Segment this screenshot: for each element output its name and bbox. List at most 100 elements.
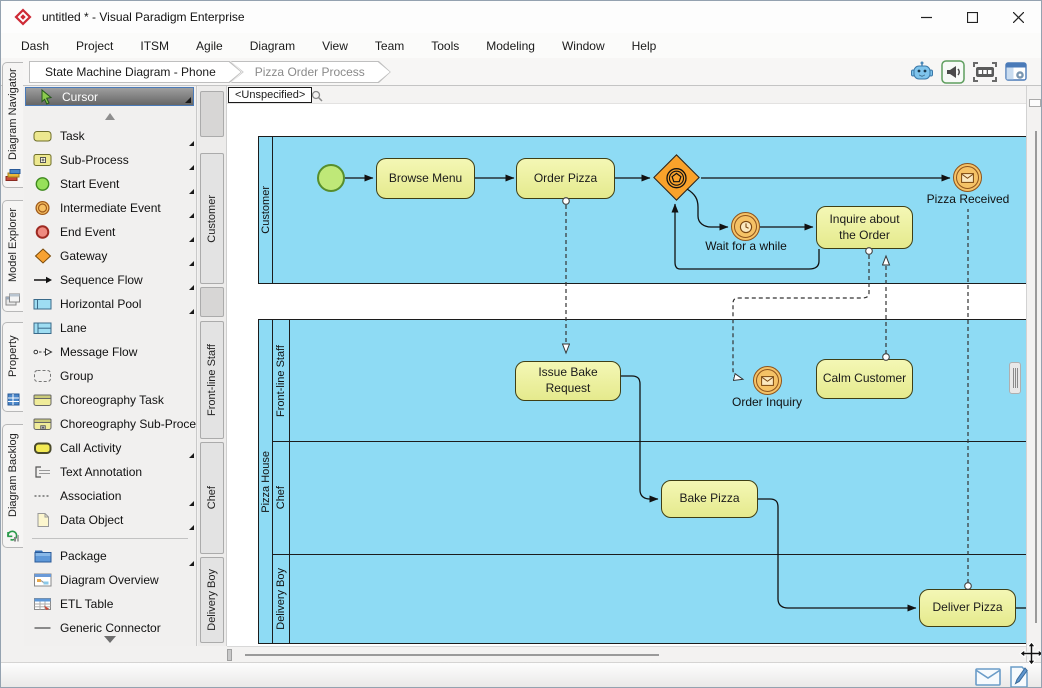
palette-item-message-flow[interactable]: Message Flow (24, 340, 196, 364)
menu-project[interactable]: Project (76, 39, 113, 53)
palette-item-horizontal-pool[interactable]: Horizontal Pool (24, 292, 196, 316)
palette-item-end-event[interactable]: End Event (24, 220, 196, 244)
palette-item-start-event[interactable]: Start Event (24, 172, 196, 196)
horizontal-scrollbar-thumb[interactable] (245, 654, 659, 656)
lane-delivery-boy[interactable]: Delivery Boy (273, 555, 1026, 643)
close-button[interactable] (995, 1, 1041, 33)
pool-pizza-house-header[interactable]: Pizza House (259, 320, 273, 643)
sidebar-tab-diagram-backlog[interactable]: Diagram Backlog (2, 424, 23, 548)
panel-collapse-grip[interactable] (1009, 362, 1021, 394)
task-calm-customer[interactable]: Calm Customer (816, 359, 913, 399)
message-intermediate-event-pizza-received[interactable] (953, 163, 982, 192)
horizontal-pool-icon (32, 296, 54, 312)
expand-corner-icon[interactable] (189, 525, 194, 530)
horizontal-scrollbar[interactable] (227, 646, 1026, 662)
magnifier-icon[interactable] (311, 90, 323, 105)
menu-team[interactable]: Team (375, 39, 404, 53)
panel-layout-icon[interactable] (1005, 62, 1027, 82)
start-event[interactable] (317, 164, 345, 192)
expand-corner-icon[interactable] (189, 165, 194, 170)
palette-item-text-annotation[interactable]: Text Annotation (24, 460, 196, 484)
lane-tab-strip: Customer Front-line Staff Chef Delivery Boy (198, 86, 227, 646)
lane-label: Chef (275, 486, 287, 509)
message-intermediate-event-order-inquiry[interactable] (753, 366, 782, 395)
lane-chef[interactable]: Chef (273, 442, 1026, 555)
palette-item-intermediate-event[interactable]: Intermediate Event (24, 196, 196, 220)
palette-item-sequence-flow[interactable]: Sequence Flow (24, 268, 196, 292)
palette-item-gateway[interactable]: Gateway (24, 244, 196, 268)
minimize-button[interactable] (903, 1, 949, 33)
robot-assistant-icon[interactable] (910, 61, 934, 83)
expand-corner-icon[interactable] (189, 561, 194, 566)
task-bake-pizza[interactable]: Bake Pizza (661, 480, 758, 518)
task-order-pizza[interactable]: Order Pizza (516, 158, 615, 199)
lane-strip-tab-chef[interactable]: Chef (200, 442, 224, 554)
vertical-scrollbar[interactable] (1026, 86, 1042, 662)
palette-item-diagram-overview[interactable]: Diagram Overview (24, 568, 196, 592)
compose-note-icon[interactable] (1009, 666, 1029, 688)
expand-corner-icon[interactable] (189, 501, 194, 506)
announcement-icon[interactable] (941, 60, 965, 84)
diagram-tab-state-machine-diagram-phone[interactable]: State Machine Diagram - Phone (29, 61, 242, 83)
sidebar-tab-diagram-navigator[interactable]: Diagram Navigator (2, 62, 23, 188)
task-inquire-about-the-order[interactable]: Inquire about the Order (816, 206, 913, 249)
vertical-scrollbar-thumb[interactable] (1035, 131, 1037, 623)
menu-dash[interactable]: Dash (21, 39, 49, 53)
palette-item-sub-process[interactable]: Sub-Process (24, 148, 196, 172)
sidebar-tab-model-explorer[interactable]: Model Explorer (2, 200, 23, 312)
lane-strip-tab-front-line-staff[interactable]: Front-line Staff (200, 321, 224, 439)
scrollbar-top-button[interactable] (1029, 99, 1041, 107)
expand-corner-icon[interactable] (189, 237, 194, 242)
lane-front-line-staff[interactable]: Front-line Staff (273, 320, 1026, 442)
perspective-selector[interactable]: <Unspecified> (228, 87, 312, 103)
palette-item-lane[interactable]: Lane (24, 316, 196, 340)
menu-itsm[interactable]: ITSM (140, 39, 169, 53)
mail-icon[interactable] (975, 668, 1001, 688)
menu-window[interactable]: Window (562, 39, 605, 53)
menu-agile[interactable]: Agile (196, 39, 223, 53)
lane-strip-label: Chef (206, 486, 218, 509)
palette-item-label: Choreography Sub-Process (60, 417, 197, 431)
start-event-icon (32, 176, 54, 192)
expand-corner-icon[interactable] (189, 189, 194, 194)
palette-item-call-activity[interactable]: Call Activity (24, 436, 196, 460)
diagram-tab-pizza-order-process[interactable]: Pizza Order Process (231, 61, 391, 83)
selection-frame-icon[interactable] (972, 61, 998, 83)
task-browse-menu[interactable]: Browse Menu (376, 158, 475, 199)
palette-item-etl-table[interactable]: ETL Table (24, 592, 196, 616)
palette-item-cursor[interactable]: Cursor (25, 87, 194, 106)
expand-corner-icon[interactable] (189, 261, 194, 266)
task-deliver-pizza[interactable]: Deliver Pizza (919, 589, 1016, 627)
sidebar-tab-property[interactable]: Property (2, 322, 23, 412)
palette-item-task[interactable]: Task (24, 124, 196, 148)
palette-item-package[interactable]: Package (24, 544, 196, 568)
expand-corner-icon[interactable] (189, 213, 194, 218)
menu-tools[interactable]: Tools (431, 39, 459, 53)
menu-help[interactable]: Help (632, 39, 657, 53)
lane-strip-tab-delivery-boy[interactable]: Delivery Boy (200, 557, 224, 643)
diagram-canvas[interactable]: <Unspecified> Customer Pizza House Front… (227, 86, 1026, 646)
sidebar-tab-label: Model Explorer (7, 201, 19, 290)
scrollbar-left-button[interactable] (227, 649, 232, 661)
timer-intermediate-event[interactable] (731, 212, 760, 241)
menu-view[interactable]: View (322, 39, 348, 53)
expand-corner-icon[interactable] (189, 453, 194, 458)
palette-separator (32, 538, 188, 539)
palette-scroll-up-icon[interactable] (105, 113, 115, 120)
task-issue-bake-request[interactable]: Issue Bake Request (515, 361, 621, 401)
menu-diagram[interactable]: Diagram (250, 39, 295, 53)
palette-item-association[interactable]: Association (24, 484, 196, 508)
expand-corner-icon[interactable] (189, 285, 194, 290)
expand-corner-icon[interactable] (189, 309, 194, 314)
palette-item-data-object[interactable]: Data Object (24, 508, 196, 532)
palette-item-choreography-sub-process[interactable]: Choreography Sub-Process (24, 412, 196, 436)
maximize-button[interactable] (949, 1, 995, 33)
palette-scroll-down-icon[interactable] (104, 636, 116, 643)
status-bar (1, 662, 1041, 688)
menu-modeling[interactable]: Modeling (486, 39, 535, 53)
palette-item-choreography-task[interactable]: Choreography Task (24, 388, 196, 412)
expand-corner-icon[interactable] (189, 141, 194, 146)
pool-customer-header[interactable]: Customer (259, 137, 273, 283)
lane-strip-tab-customer[interactable]: Customer (200, 153, 224, 284)
palette-item-group[interactable]: Group (24, 364, 196, 388)
